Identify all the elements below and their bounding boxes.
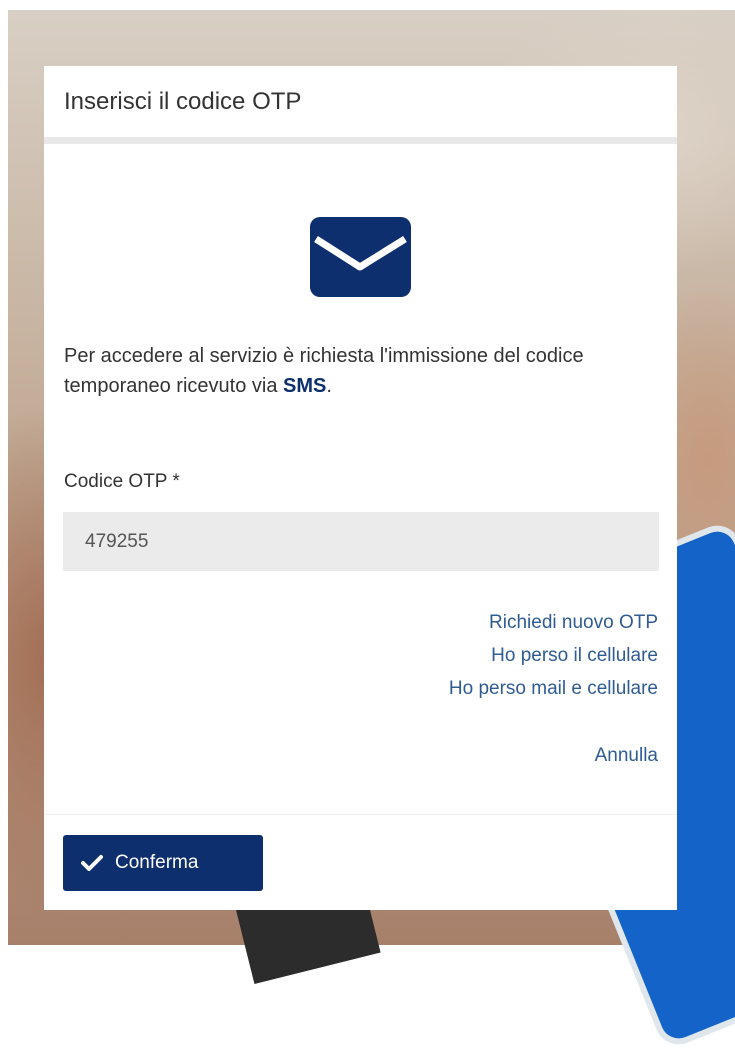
otp-field-label: Codice OTP * [64, 471, 180, 492]
otp-description: Per accedere al servizio è richiesta l'i… [64, 341, 664, 401]
otp-dialog: Inserisci il codice OTP Per accedere al … [44, 66, 677, 910]
confirm-button[interactable]: Conferma [63, 835, 263, 891]
envelope-icon [310, 217, 411, 297]
description-sms: SMS [283, 375, 327, 397]
request-new-otp-link[interactable]: Richiedi nuovo OTP [449, 606, 658, 639]
confirm-label: Conferma [115, 852, 199, 873]
lost-phone-link[interactable]: Ho perso il cellulare [449, 639, 658, 672]
otp-input[interactable] [63, 512, 659, 571]
lost-mail-phone-link[interactable]: Ho perso mail e cellulare [449, 672, 658, 705]
description-end: . [326, 375, 332, 397]
footer-divider [44, 814, 677, 815]
dialog-title: Inserisci il codice OTP [64, 87, 302, 115]
dialog-header: Inserisci il codice OTP [44, 66, 677, 144]
help-links: Richiedi nuovo OTP Ho perso il cellulare… [449, 606, 658, 705]
cancel-link[interactable]: Annulla [595, 745, 658, 767]
check-icon [81, 855, 103, 871]
